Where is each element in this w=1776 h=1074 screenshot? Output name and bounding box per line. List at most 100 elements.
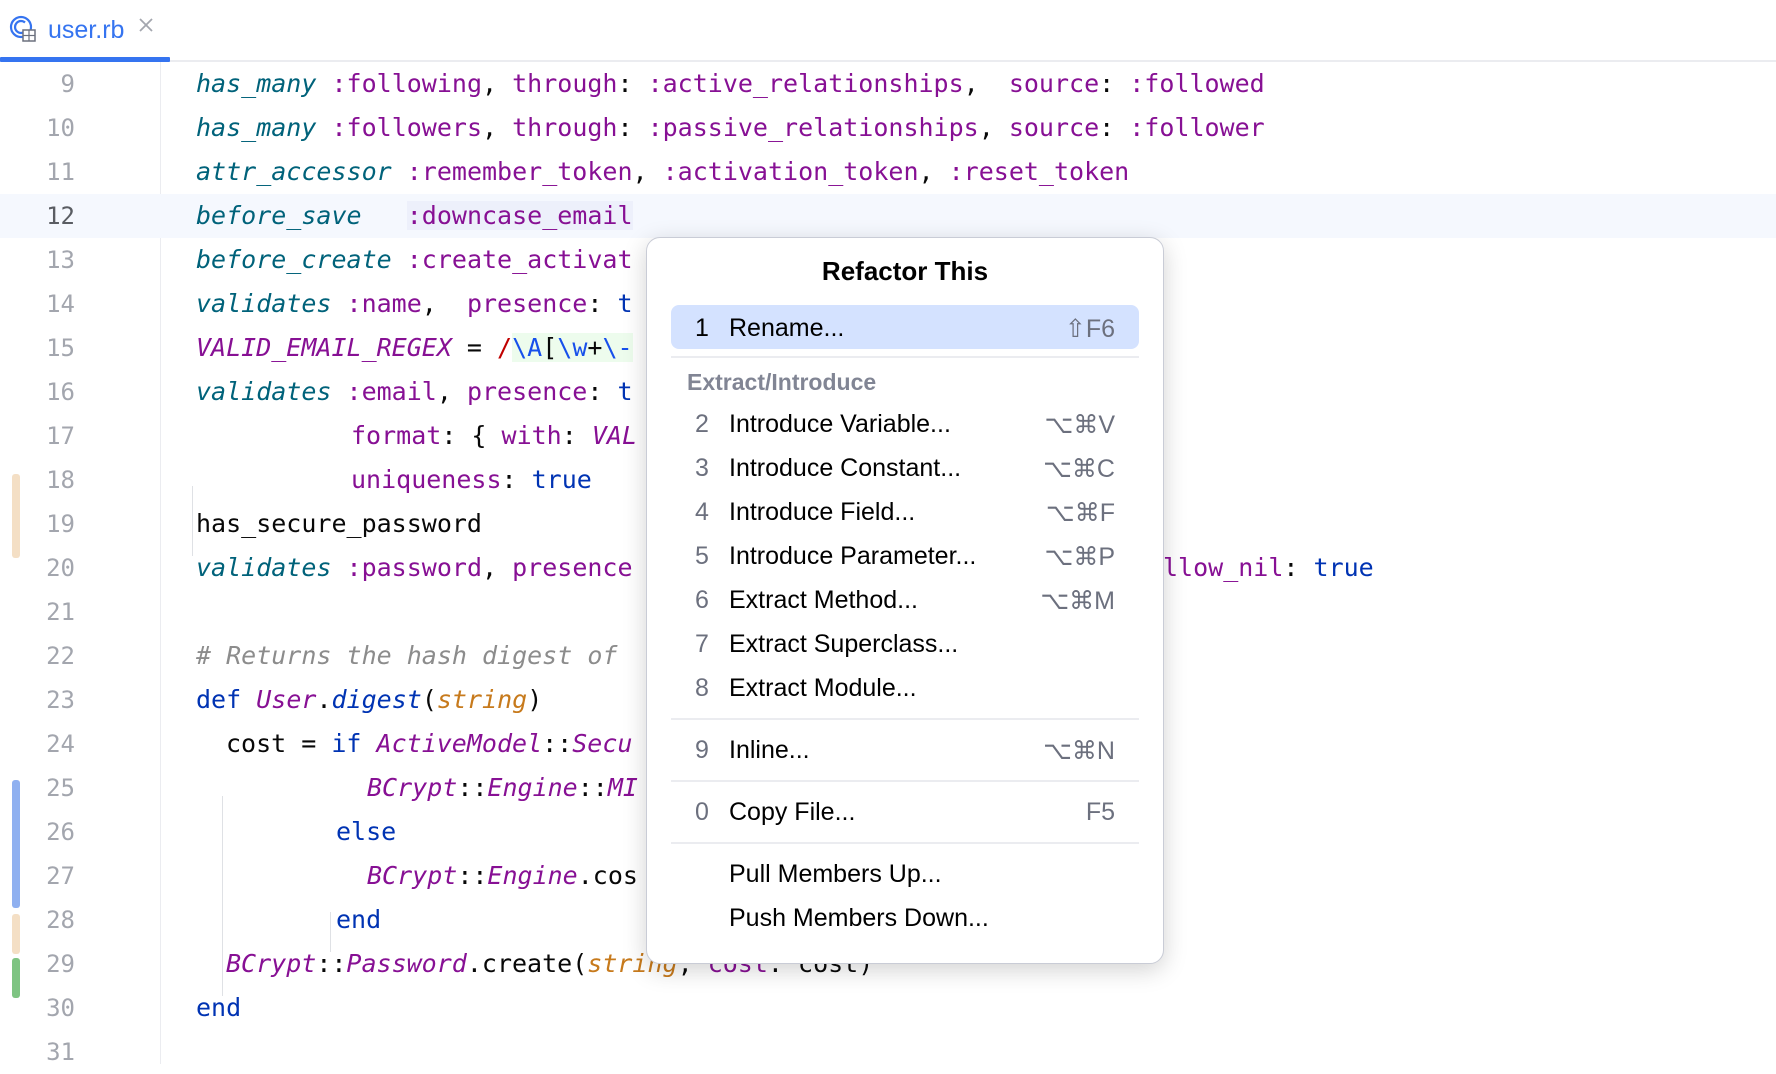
line-number: 17 — [0, 422, 75, 450]
editor-tab-bar: user.rb — [0, 0, 1776, 62]
menu-item-extract-method[interactable]: 6 Extract Method... ⌥⌘M — [671, 577, 1139, 621]
menu-item-extract-superclass[interactable]: 7 Extract Superclass... — [671, 621, 1139, 665]
line-number: 26 — [0, 818, 75, 846]
menu-item-rename[interactable]: 1 Rename... ⇧F6 — [671, 305, 1139, 349]
tab-label: user.rb — [48, 16, 124, 45]
line-number: 16 — [0, 378, 75, 406]
menu-item-label: Push Members Down... — [729, 904, 989, 933]
mnemonic-number: 5 — [689, 542, 715, 571]
code-text[interactable]: uniqueness: true — [351, 465, 592, 494]
mnemonic-number: 4 — [689, 498, 715, 527]
line-number: 28 — [0, 906, 75, 934]
code-text[interactable]: validates :name, presence: t — [196, 289, 633, 318]
mnemonic-number: 1 — [689, 314, 715, 343]
code-text[interactable]: before_create :create_activat — [196, 245, 633, 274]
separator — [671, 356, 1139, 358]
group-label-extract-introduce: Extract/Introduce — [687, 369, 876, 396]
shortcut-label: ⇧F6 — [1065, 314, 1115, 344]
code-text[interactable]: BCrypt::Engine.cos — [367, 861, 638, 890]
line-number: 29 — [0, 950, 75, 978]
menu-item-label: Copy File... — [729, 798, 855, 827]
line-number: 14 — [0, 290, 75, 318]
code-text[interactable]: end — [336, 905, 381, 934]
menu-item-pull-members-up[interactable]: Pull Members Up... — [671, 851, 1139, 895]
menu-item-extract-module[interactable]: 8 Extract Module... — [671, 665, 1139, 709]
shortcut-label: ⌥⌘P — [1045, 542, 1115, 572]
code-text[interactable]: else — [336, 817, 396, 846]
separator — [671, 780, 1139, 782]
close-icon[interactable] — [135, 14, 157, 36]
code-text[interactable]: before_save :downcase_email — [196, 201, 633, 230]
menu-item-introduce-variable[interactable]: 2 Introduce Variable... ⌥⌘V — [671, 401, 1139, 445]
code-text[interactable]: validates :email, presence: t — [196, 377, 633, 406]
mnemonic-number: 9 — [689, 736, 715, 765]
separator — [671, 718, 1139, 720]
menu-item-label: Pull Members Up... — [729, 860, 942, 889]
line-number: 13 — [0, 246, 75, 274]
line-number: 30 — [0, 994, 75, 1022]
code-comment: # Returns the hash digest of — [196, 641, 617, 670]
ruby-class-file-icon — [8, 14, 38, 44]
menu-item-label: Inline... — [729, 736, 810, 765]
code-text[interactable]: validates :password, presence — [196, 553, 633, 582]
shortcut-label: ⌥⌘C — [1043, 454, 1115, 484]
mnemonic-number: 3 — [689, 454, 715, 483]
mnemonic-number: 6 — [689, 586, 715, 615]
code-text[interactable]: cost = if ActiveModel::Secu — [226, 729, 632, 758]
menu-item-label: Extract Module... — [729, 674, 917, 703]
line-number: 11 — [0, 158, 75, 186]
separator — [671, 842, 1139, 844]
menu-item-label: Extract Method... — [729, 586, 918, 615]
code-line: 9 has_many :following, through: :active_… — [0, 62, 1776, 106]
menu-item-label: Introduce Variable... — [729, 410, 951, 439]
menu-item-introduce-parameter[interactable]: 5 Introduce Parameter... ⌥⌘P — [671, 533, 1139, 577]
code-text[interactable]: BCrypt::Engine::MI — [367, 773, 638, 802]
code-text[interactable]: format: { with: VAL — [351, 421, 637, 450]
code-text[interactable]: end — [196, 993, 241, 1022]
menu-item-label: Extract Superclass... — [729, 630, 958, 659]
line-number: 22 — [0, 642, 75, 670]
selected-symbol: :downcase_email — [407, 201, 633, 230]
menu-item-push-members-down[interactable]: Push Members Down... — [671, 895, 1139, 939]
code-text[interactable]: has_many :followers, through: :passive_r… — [196, 113, 1265, 142]
line-number: 31 — [0, 1038, 75, 1066]
menu-item-copy-file[interactable]: 0 Copy File... F5 — [671, 789, 1139, 833]
menu-item-introduce-constant[interactable]: 3 Introduce Constant... ⌥⌘C — [671, 445, 1139, 489]
menu-item-label: Rename... — [729, 314, 844, 343]
line-number: 25 — [0, 774, 75, 802]
menu-item-inline[interactable]: 9 Inline... ⌥⌘N — [671, 727, 1139, 771]
mnemonic-number: 2 — [689, 410, 715, 439]
shortcut-label: ⌥⌘M — [1040, 586, 1115, 616]
line-number: 18 — [0, 466, 75, 494]
code-line: 10 has_many :followers, through: :passiv… — [0, 106, 1776, 150]
line-number: 12 — [0, 202, 75, 230]
code-line: 11 attr_accessor :remember_token, :activ… — [0, 150, 1776, 194]
line-number: 20 — [0, 554, 75, 582]
current-code-line: 12 before_save :downcase_email — [0, 194, 1776, 238]
line-number: 21 — [0, 598, 75, 626]
shortcut-label: ⌥⌘F — [1046, 498, 1115, 528]
menu-item-label: Introduce Field... — [729, 498, 915, 527]
code-text[interactable]: llow_nil: true — [1163, 553, 1374, 582]
line-number: 10 — [0, 114, 75, 142]
code-line: 31 — [0, 1030, 1776, 1074]
code-text[interactable]: attr_accessor :remember_token, :activati… — [196, 157, 1129, 186]
code-text[interactable]: has_many :following, through: :active_re… — [196, 69, 1265, 98]
menu-item-label: Introduce Parameter... — [729, 542, 976, 571]
code-text[interactable]: # Returns the hash digest of — [196, 641, 617, 670]
code-line: 30 end — [0, 986, 1776, 1030]
menu-item-introduce-field[interactable]: 4 Introduce Field... ⌥⌘F — [671, 489, 1139, 533]
line-number: 9 — [0, 70, 75, 98]
code-text[interactable]: has_secure_password — [196, 509, 482, 538]
code-text[interactable]: VALID_EMAIL_REGEX = /\A[\w+\- — [196, 333, 633, 362]
line-number: 23 — [0, 686, 75, 714]
menu-item-label: Introduce Constant... — [729, 454, 961, 483]
code-text[interactable]: def User.digest(string) — [196, 685, 542, 714]
mnemonic-number: 8 — [689, 674, 715, 703]
shortcut-label: ⌥⌘V — [1045, 410, 1115, 440]
line-number: 15 — [0, 334, 75, 362]
line-number: 19 — [0, 510, 75, 538]
refactor-this-popup: Refactor This 1 Rename... ⇧F6 Extract/In… — [646, 237, 1164, 964]
shortcut-label: ⌥⌘N — [1043, 736, 1115, 766]
tab-user-rb[interactable]: user.rb — [0, 0, 170, 60]
